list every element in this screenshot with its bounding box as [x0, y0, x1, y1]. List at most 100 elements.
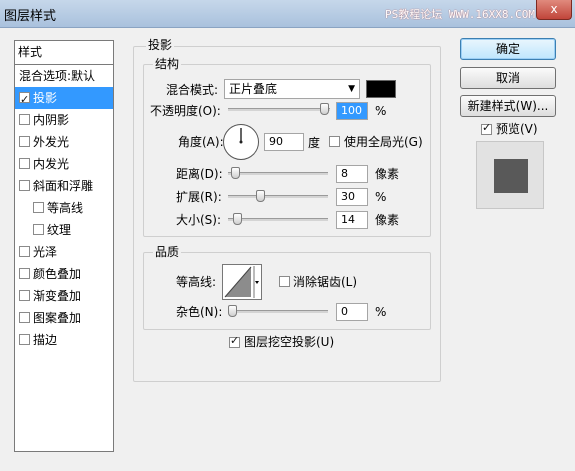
style-list: 样式 混合选项:默认投影内阴影外发光内发光斜面和浮雕等高线纹理光泽颜色叠加渐变叠…: [14, 40, 114, 452]
style-checkbox[interactable]: [19, 334, 30, 345]
knockout-label[interactable]: 图层挖空投影(U): [244, 334, 334, 350]
ok-button[interactable]: 确定: [460, 38, 556, 60]
noise-input[interactable]: 0: [336, 303, 368, 321]
style-list-item[interactable]: 斜面和浮雕: [15, 175, 113, 197]
title-bar: 图层样式 PS教程论坛 WWW.16XX8.COM x: [0, 0, 575, 28]
style-list-item[interactable]: 颜色叠加: [15, 263, 113, 285]
quality-title: 品质: [153, 245, 182, 259]
style-list-item[interactable]: 纹理: [15, 219, 113, 241]
opacity-input[interactable]: 100: [336, 102, 368, 120]
style-list-item-label: 纹理: [47, 223, 72, 237]
distance-unit: 像素: [375, 167, 400, 181]
contour-curve-icon: [224, 266, 259, 298]
style-list-item-label: 颜色叠加: [33, 267, 82, 281]
style-list-item-label: 内阴影: [33, 113, 70, 127]
structure-title: 结构: [153, 57, 182, 71]
blend-mode-value: 正片叠底: [229, 82, 278, 96]
anti-alias-label[interactable]: 消除锯齿(L): [293, 274, 357, 290]
distance-slider[interactable]: [228, 172, 328, 175]
angle-input[interactable]: 90: [264, 133, 304, 151]
style-checkbox[interactable]: [19, 114, 30, 125]
blend-mode-select[interactable]: 正片叠底 ▼: [224, 79, 360, 99]
style-checkbox[interactable]: [19, 268, 30, 279]
style-list-item-label: 描边: [33, 333, 58, 347]
style-list-item[interactable]: 光泽: [15, 241, 113, 263]
size-slider-thumb[interactable]: [233, 213, 242, 225]
style-list-item[interactable]: 混合选项:默认: [15, 65, 113, 87]
global-light-checkbox[interactable]: [329, 136, 340, 147]
style-checkbox[interactable]: [19, 246, 30, 257]
knockout-checkbox[interactable]: [229, 334, 240, 348]
spread-slider-thumb[interactable]: [256, 190, 265, 202]
size-slider[interactable]: [228, 218, 328, 221]
size-input[interactable]: 14: [336, 211, 368, 229]
style-checkbox[interactable]: [19, 180, 30, 191]
size-unit: 像素: [375, 213, 400, 227]
angle-label: 角度(A):: [178, 135, 224, 149]
style-list-item-label: 混合选项:默认: [19, 69, 96, 83]
contour-picker[interactable]: [222, 264, 262, 300]
style-list-item[interactable]: 图案叠加: [15, 307, 113, 329]
style-checkbox[interactable]: [33, 224, 44, 235]
noise-label: 杂色(N):: [176, 305, 223, 319]
angle-dial[interactable]: [223, 124, 259, 160]
style-preview: [476, 141, 544, 209]
opacity-slider-thumb[interactable]: [320, 103, 329, 115]
opacity-unit: %: [375, 104, 387, 118]
opacity-slider[interactable]: [228, 108, 330, 111]
style-checkbox[interactable]: [33, 202, 44, 213]
spread-input[interactable]: 30: [336, 188, 368, 206]
preview-checkbox[interactable]: [481, 121, 492, 135]
style-list-item[interactable]: 描边: [15, 329, 113, 351]
style-list-item[interactable]: 投影: [15, 87, 113, 111]
style-list-item-label: 投影: [33, 91, 58, 105]
noise-unit: %: [375, 305, 387, 319]
style-checkbox[interactable]: [19, 312, 30, 323]
style-checkbox[interactable]: [19, 89, 30, 111]
style-checkbox[interactable]: [19, 136, 30, 147]
spread-label: 扩展(R):: [176, 190, 222, 204]
global-light-label[interactable]: 使用全局光(G): [344, 134, 423, 150]
close-button[interactable]: x: [536, 0, 572, 20]
new-style-button[interactable]: 新建样式(W)...: [460, 95, 556, 117]
distance-label: 距离(D):: [176, 167, 223, 181]
spread-unit: %: [375, 190, 387, 204]
noise-slider-thumb[interactable]: [228, 305, 237, 317]
style-list-item-label: 外发光: [33, 135, 70, 149]
style-list-item[interactable]: 外发光: [15, 131, 113, 153]
window-title: 图层样式: [4, 9, 57, 24]
style-list-item-label: 渐变叠加: [33, 289, 82, 303]
style-checkbox[interactable]: [19, 290, 30, 301]
noise-slider[interactable]: [228, 310, 328, 313]
watermark-text: PS教程论坛 WWW.16XX8.COM: [385, 8, 535, 21]
style-list-item[interactable]: 渐变叠加: [15, 285, 113, 307]
opacity-label: 不透明度(O):: [150, 104, 221, 118]
preview-label[interactable]: 预览(V): [496, 121, 538, 137]
chevron-down-icon: ▼: [348, 84, 355, 94]
style-list-header[interactable]: 样式: [15, 41, 113, 65]
contour-label: 等高线:: [176, 275, 217, 289]
anti-alias-checkbox[interactable]: [279, 276, 290, 287]
style-checkbox[interactable]: [19, 158, 30, 169]
blend-mode-label: 混合模式:: [166, 83, 219, 97]
drop-shadow-title: 投影: [146, 38, 175, 52]
style-list-item[interactable]: 内阴影: [15, 109, 113, 131]
style-list-item-label: 斜面和浮雕: [33, 179, 94, 193]
size-label: 大小(S):: [176, 213, 222, 227]
style-list-item-label: 内发光: [33, 157, 70, 171]
style-list-items: 混合选项:默认投影内阴影外发光内发光斜面和浮雕等高线纹理光泽颜色叠加渐变叠加图案…: [15, 65, 113, 351]
style-list-item-label: 光泽: [33, 245, 58, 259]
angle-unit: 度: [308, 136, 321, 150]
distance-slider-thumb[interactable]: [231, 167, 240, 179]
cancel-button[interactable]: 取消: [460, 67, 556, 89]
shadow-color-swatch[interactable]: [366, 80, 396, 98]
preview-square: [494, 159, 528, 193]
style-list-item-label: 图案叠加: [33, 311, 82, 325]
style-list-item-label: 等高线: [47, 201, 84, 215]
spread-slider[interactable]: [228, 195, 328, 198]
close-icon: x: [550, 2, 558, 16]
style-list-item[interactable]: 等高线: [15, 197, 113, 219]
distance-input[interactable]: 8: [336, 165, 368, 183]
angle-dial-icon: [239, 128, 243, 144]
style-list-item[interactable]: 内发光: [15, 153, 113, 175]
